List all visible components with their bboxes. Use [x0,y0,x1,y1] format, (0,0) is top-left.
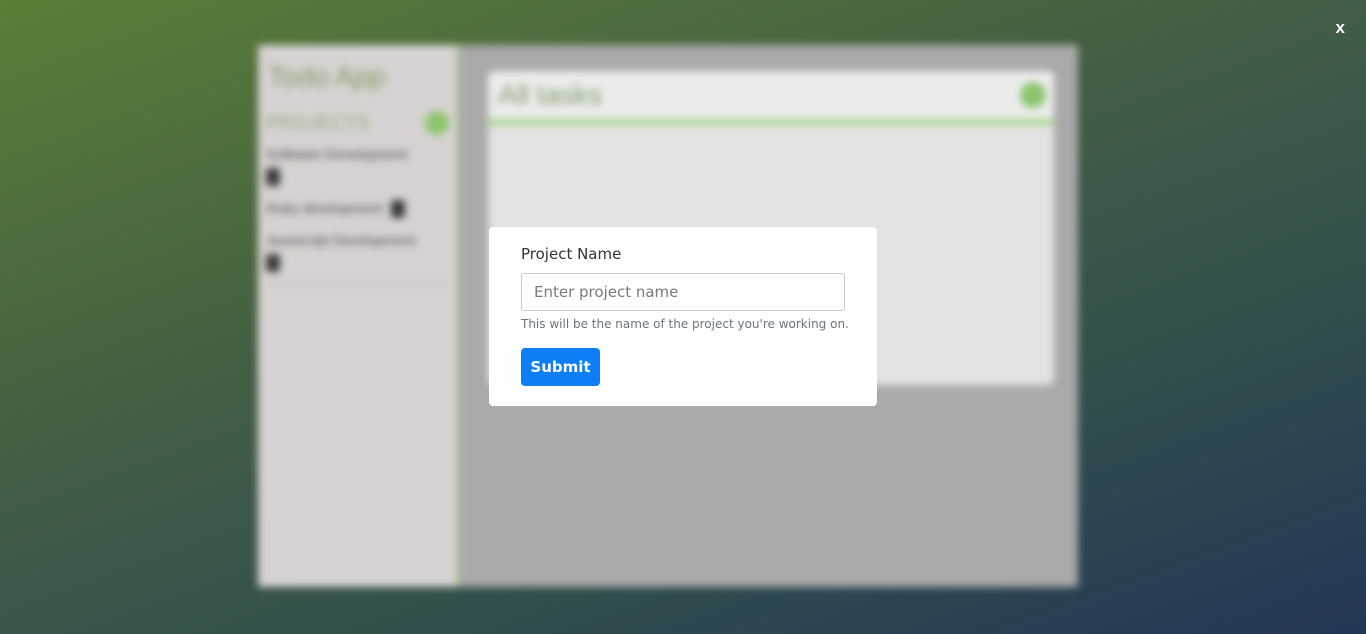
project-item-label: Javascript Development [266,232,416,248]
project-count-badge [266,254,280,273]
tasks-card-header: All tasks [488,71,1054,125]
project-item-ruby-development: Ruby development [266,197,449,219]
project-item-label: Ruby development [266,200,383,216]
sidebar: Todo App PROJECTS Software Development R… [258,45,460,587]
new-project-modal: Project Name This will be the name of th… [489,227,877,406]
project-count-badge [390,200,405,219]
project-name-input[interactable] [521,273,845,311]
project-item-label: Software Development [266,146,408,162]
project-count-badge [266,168,280,187]
app-title: Todo App [268,61,385,92]
projects-heading: PROJECTS [266,112,371,133]
tasks-title: All tasks [498,79,603,110]
project-item-software-development: Software Development [266,143,449,187]
add-task-icon [1020,82,1046,108]
sidebar-divider [266,283,449,285]
add-project-icon [425,111,449,135]
submit-button[interactable]: Submit [521,348,600,386]
close-icon[interactable]: x [1336,17,1345,39]
project-name-label: Project Name [521,245,622,263]
projects-header: PROJECTS [266,111,449,135]
project-item-javascript-development: Javascript Development [266,229,449,273]
project-name-help-text: This will be the name of the project you… [521,317,849,331]
